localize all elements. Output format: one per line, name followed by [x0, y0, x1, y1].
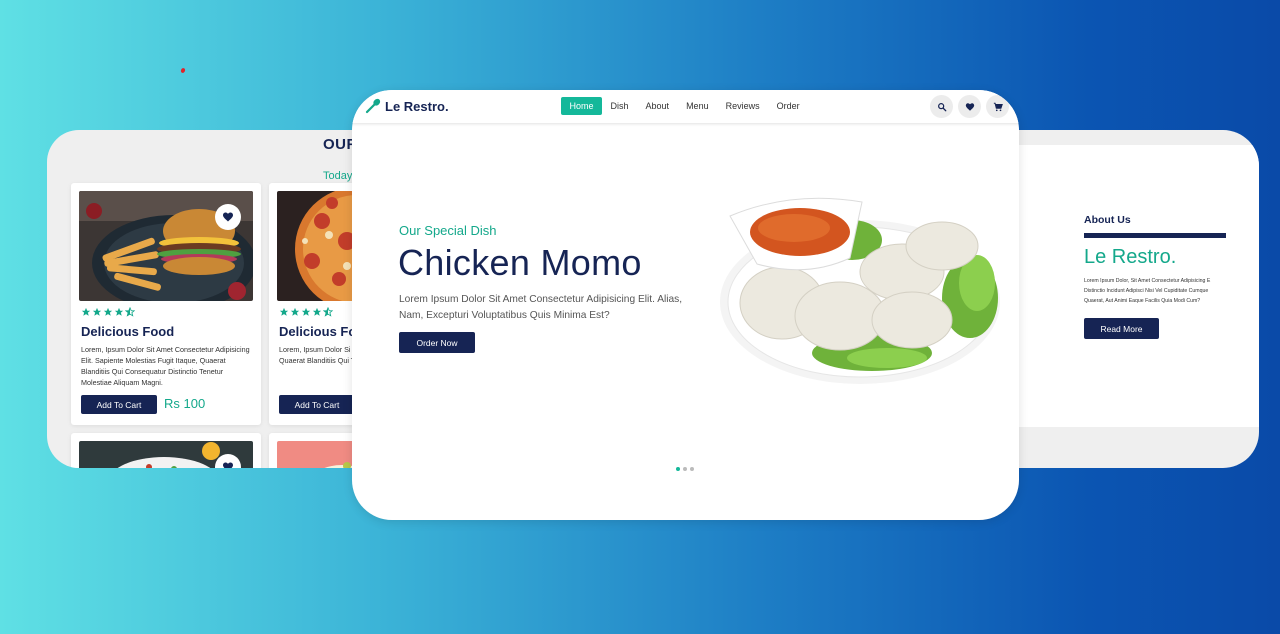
hero-description: Lorem Ipsum Dolor Sit Amet Consectetur A… [399, 294, 683, 321]
brand-logo[interactable]: Le Restro. [364, 97, 449, 115]
decorative-dot [180, 67, 186, 74]
star-icon [92, 307, 102, 316]
section-subtitle: Today' [323, 170, 355, 182]
nav-dish[interactable]: Dish [602, 97, 637, 115]
rating-stars [81, 307, 135, 317]
food-price: Rs 100 [164, 396, 206, 411]
star-icon [81, 307, 91, 316]
search-icon [937, 102, 946, 111]
about-text: Lorem Ipsum Dolor, Sit Amet Consectetur … [1084, 278, 1211, 304]
food-description: Lorem, Ipsum Dolor Sit Amet Consectetur … [81, 345, 250, 387]
add-to-cart-button[interactable]: Add To Cart [81, 395, 157, 414]
about-divider [1084, 233, 1226, 238]
momo-image [712, 188, 1002, 388]
nav-menu[interactable]: Menu [678, 97, 718, 115]
heart-icon [965, 102, 974, 111]
star-icon [290, 307, 300, 316]
heart-icon [223, 462, 233, 468]
cart-button[interactable] [986, 95, 1009, 118]
about-preview-panel: About Us Le Restro. Lorem Ipsum Dolor, S… [1000, 130, 1259, 468]
food-card [71, 433, 261, 468]
cart-icon [993, 102, 1003, 111]
read-more-button[interactable]: Read More [1084, 318, 1159, 339]
star-icon [114, 307, 124, 316]
favorite-button[interactable] [215, 204, 241, 230]
slider-dot[interactable] [676, 467, 680, 471]
star-icon [279, 307, 289, 316]
hero-title: Chicken Momo [398, 242, 642, 283]
food-card: Delicious Food Lorem, Ipsum Dolor Sit Am… [71, 183, 261, 425]
about-brand: Le Restro. [1084, 246, 1177, 268]
burger-image [79, 191, 253, 301]
nav-home[interactable]: Home [561, 97, 603, 115]
slider-dot[interactable] [683, 467, 687, 471]
dish-image [79, 441, 253, 468]
rating-stars [279, 307, 333, 317]
nav-links: Home Dish About Menu Reviews Order [561, 97, 808, 115]
wishlist-button[interactable] [958, 95, 981, 118]
search-button[interactable] [930, 95, 953, 118]
hero-subtitle: Our Special Dish [399, 223, 497, 238]
order-now-button[interactable]: Order Now [399, 332, 475, 353]
hero-preview-panel: Le Restro. Home Dish About Menu Reviews … [352, 90, 1019, 520]
nav-order[interactable]: Order [768, 97, 808, 115]
heart-icon [223, 212, 233, 222]
nav-reviews[interactable]: Reviews [717, 97, 768, 115]
star-icon [301, 307, 311, 316]
star-half-icon [125, 307, 135, 317]
star-icon [103, 307, 113, 316]
nav-about[interactable]: About [637, 97, 678, 115]
add-to-cart-button[interactable]: Add To Cart [279, 395, 355, 414]
nav-actions [930, 95, 1009, 118]
brand-name: Le Restro. [385, 98, 449, 114]
star-icon [312, 307, 322, 316]
slider-dot[interactable] [690, 467, 694, 471]
slider-dots [676, 467, 694, 471]
food-name: Delicious Food [81, 324, 175, 339]
utensil-icon [365, 98, 381, 114]
navbar: Le Restro. Home Dish About Menu Reviews … [352, 90, 1019, 123]
star-half-icon [323, 307, 333, 317]
about-heading: About Us [1084, 214, 1131, 226]
